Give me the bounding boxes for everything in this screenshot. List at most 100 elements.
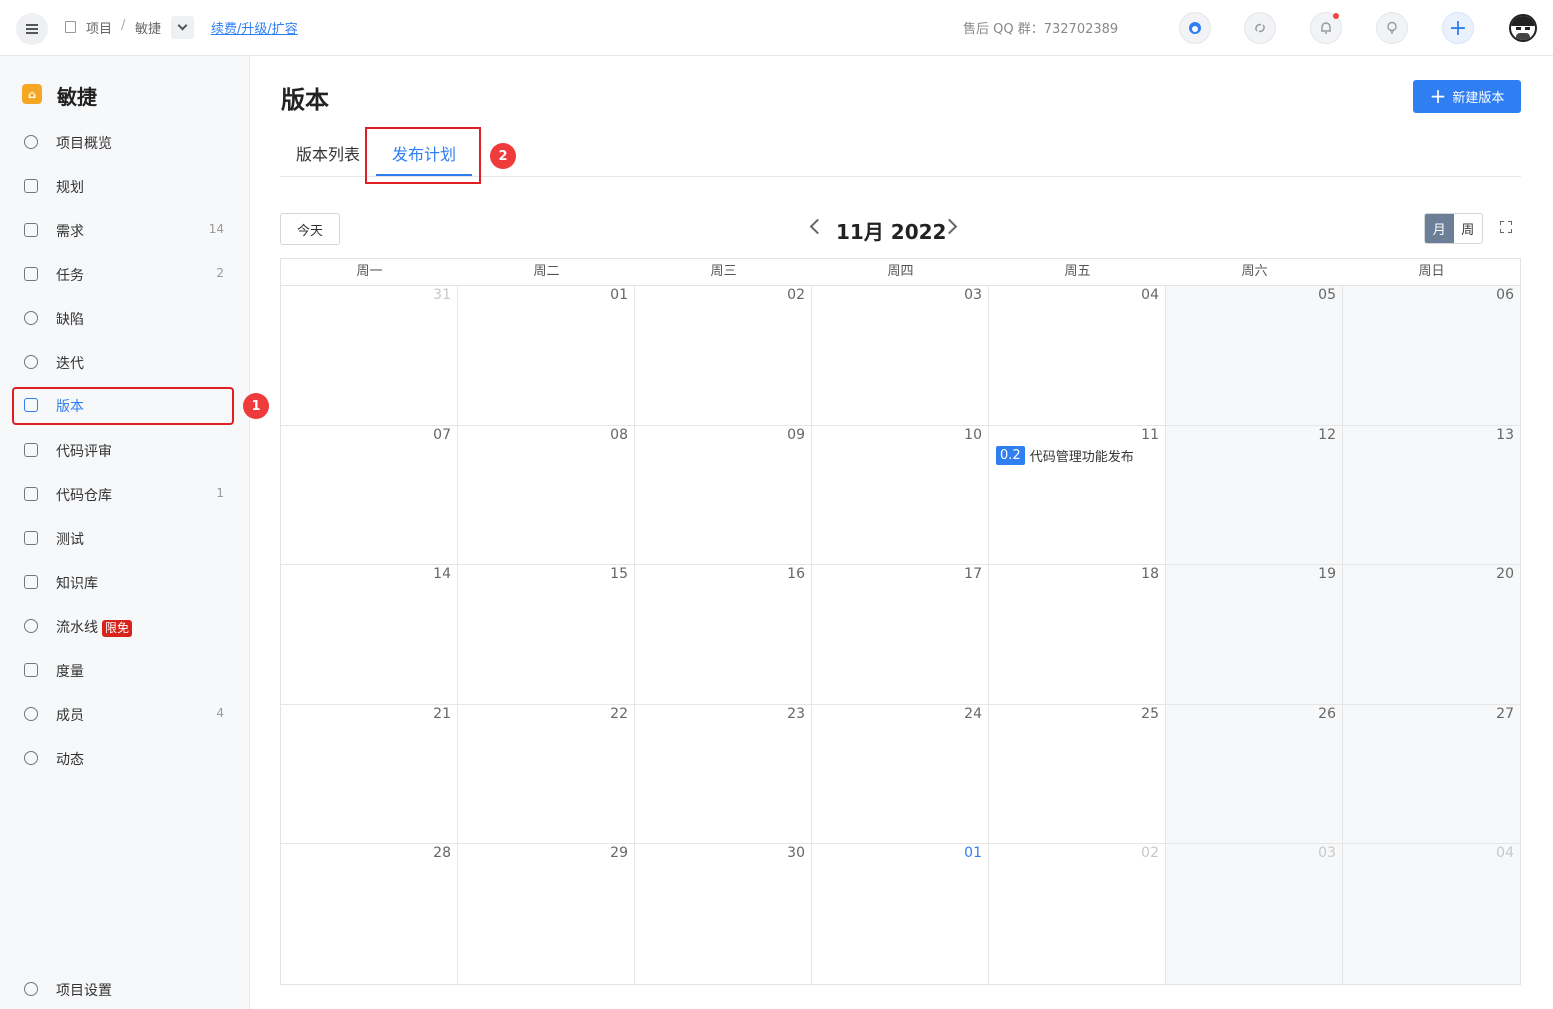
day-cell[interactable]: 09 (635, 425, 812, 566)
menu-toggle-button[interactable] (16, 13, 48, 45)
day-cell[interactable]: 02 (989, 844, 1166, 984)
page-title: 版本 (281, 86, 329, 114)
sidebar-item-metrics[interactable]: 度量 (12, 652, 234, 688)
day-cell[interactable]: 03 (1166, 844, 1343, 984)
sidebar: ⌂ 敏捷 项目概览 规划 需求 14 任务 2 缺陷 迭代 版本 代码评审 代码仓库… (0, 56, 250, 1009)
day-cell[interactable]: 10 (812, 425, 989, 566)
event-version-tag: 0.2 (996, 445, 1025, 465)
weekday-header: 周一 周二 周三 周四 周五 周六 周日 (281, 259, 1520, 286)
view-week-button[interactable]: 周 (1454, 214, 1483, 243)
user-avatar[interactable] (1509, 14, 1537, 42)
day-cell[interactable]: 28 (281, 844, 458, 984)
day-cell[interactable]: 04 (989, 286, 1166, 426)
day-cell[interactable]: 02 (635, 286, 812, 426)
day-cell[interactable]: 21 (281, 704, 458, 845)
day-cell[interactable]: 15 (458, 565, 635, 705)
test-icon (24, 531, 38, 545)
day-cell[interactable]: 01 (458, 286, 635, 426)
day-cell[interactable]: 04 (1343, 844, 1520, 984)
top-bar: 项目 / 敏捷 续费/升级/扩容 售后 QQ 群：732702389 + (0, 0, 1553, 56)
weekday-label: 周五 (1064, 264, 1091, 279)
sidebar-item-activity[interactable]: 动态 (12, 740, 234, 776)
lightbulb-icon[interactable] (1376, 12, 1408, 44)
document-icon (24, 223, 38, 237)
breadcrumb-current[interactable]: 敏捷 (135, 18, 161, 37)
breadcrumb-project[interactable]: 项目 (86, 18, 112, 37)
checklist-icon (24, 267, 38, 281)
release-event[interactable]: 0.2 代码管理功能发布 (996, 445, 1134, 465)
day-cell[interactable]: 17 (812, 565, 989, 705)
project-logo-icon: ⌂ (22, 84, 42, 104)
renew-upgrade-link[interactable]: 续费/升级/扩容 (211, 18, 298, 37)
today-button[interactable]: 今天 (280, 213, 340, 245)
project-switch-dropdown[interactable] (171, 16, 194, 39)
prev-month-icon[interactable] (809, 218, 826, 235)
day-cell[interactable]: 12 (1166, 425, 1343, 566)
day-cell[interactable]: 07 (281, 425, 458, 566)
day-cell[interactable]: 24 (812, 704, 989, 845)
day-cell[interactable]: 01 (812, 844, 989, 984)
step-marker-2: 2 (490, 143, 516, 169)
weekday-label: 周四 (887, 264, 914, 279)
sidebar-item-pipeline[interactable]: 流水线 限免 (12, 608, 234, 644)
day-cell[interactable]: 05 (1166, 286, 1343, 426)
day-cell[interactable]: 18 (989, 565, 1166, 705)
sidebar-item-iterations[interactable]: 迭代 (12, 344, 234, 380)
bug-icon (24, 311, 38, 325)
create-plus-icon[interactable]: + (1442, 12, 1474, 44)
bell-icon[interactable] (1310, 12, 1342, 44)
link-icon[interactable] (1244, 12, 1276, 44)
event-name: 代码管理功能发布 (1029, 449, 1134, 465)
sidebar-item-versions[interactable]: 版本 (12, 387, 234, 425)
calendar-title: 11月 2022 (836, 220, 947, 244)
sidebar-item-testing[interactable]: 测试 (12, 520, 234, 556)
calendar-grid: 周一 周二 周三 周四 周五 周六 周日 31 01 02 03 04 05 0… (280, 258, 1521, 985)
view-month-button[interactable]: 月 (1425, 214, 1454, 243)
day-cell[interactable]: 11 0.2 代码管理功能发布 (989, 425, 1166, 566)
day-cell[interactable]: 27 (1343, 704, 1520, 845)
view-toggle: 月 周 (1424, 213, 1483, 244)
book-icon (24, 575, 38, 589)
weekday-label: 周六 (1241, 264, 1268, 279)
day-cell[interactable]: 16 (635, 565, 812, 705)
layers-icon (24, 398, 38, 412)
day-cell[interactable]: 19 (1166, 565, 1343, 705)
weekday-label: 周三 (710, 264, 737, 279)
day-cell[interactable]: 08 (458, 425, 635, 566)
sidebar-item-knowledge-base[interactable]: 知识库 (12, 564, 234, 600)
day-cell[interactable]: 25 (989, 704, 1166, 845)
tab-highlight-box (365, 127, 481, 184)
day-cell[interactable]: 22 (458, 704, 635, 845)
day-cell[interactable]: 06 (1343, 286, 1520, 426)
assistant-icon[interactable] (1179, 12, 1211, 44)
sidebar-item-planning[interactable]: 规划 (12, 168, 234, 204)
day-cell[interactable]: 14 (281, 565, 458, 705)
day-cell[interactable]: 20 (1343, 565, 1520, 705)
sidebar-item-defects[interactable]: 缺陷 (12, 300, 234, 336)
sidebar-item-tasks[interactable]: 任务 2 (12, 256, 234, 292)
sidebar-item-overview[interactable]: 项目概览 (12, 124, 234, 160)
sidebar-item-code-repo[interactable]: 代码仓库 1 (12, 476, 234, 512)
weekday-label: 周一 (356, 264, 383, 279)
day-cell[interactable]: 29 (458, 844, 635, 984)
merge-icon (24, 443, 38, 457)
sidebar-item-members[interactable]: 成员 4 (12, 696, 234, 732)
chart-icon (24, 663, 38, 677)
day-cell[interactable]: 30 (635, 844, 812, 984)
day-cell[interactable]: 03 (812, 286, 989, 426)
project-name: 敏捷 (57, 85, 97, 109)
tab-version-list[interactable]: 版本列表 (296, 141, 360, 165)
cycle-icon (24, 355, 38, 369)
day-cell[interactable]: 26 (1166, 704, 1343, 845)
sidebar-item-code-review[interactable]: 代码评审 (12, 432, 234, 468)
pinwheel-icon (24, 751, 38, 765)
day-cell[interactable]: 13 (1343, 425, 1520, 566)
gear-icon (24, 982, 38, 996)
new-version-button[interactable]: + 新建版本 (1413, 80, 1521, 113)
day-cell[interactable]: 31 (281, 286, 458, 426)
fullscreen-icon[interactable] (1500, 221, 1512, 233)
day-cell[interactable]: 23 (635, 704, 812, 845)
hamburger-icon (26, 28, 38, 30)
sidebar-item-requirements[interactable]: 需求 14 (12, 212, 234, 248)
sidebar-item-settings[interactable]: 项目设置 (12, 971, 234, 1007)
